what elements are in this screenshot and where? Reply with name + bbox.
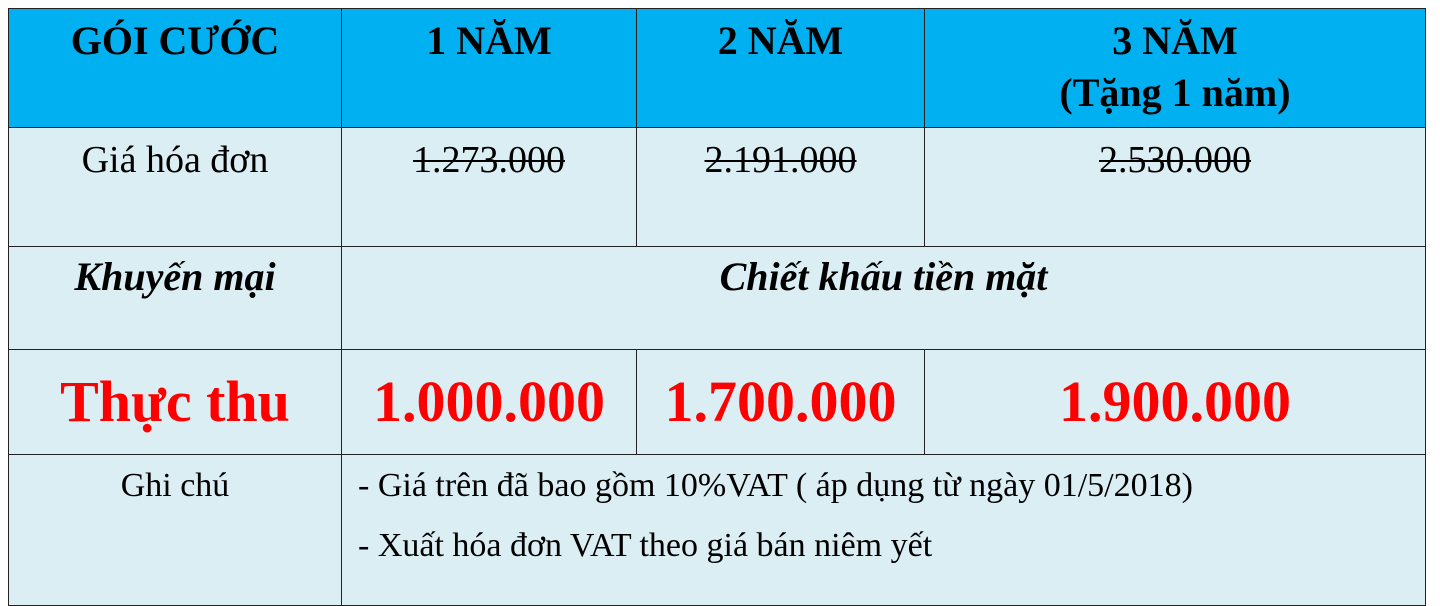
invoice-price-3-years-value: 2.530.000 xyxy=(1099,139,1251,181)
header-plan-label: GÓI CƯỚC xyxy=(8,8,342,128)
notes-row: Ghi chú - Giá trên đã bao gồm 10%VAT ( á… xyxy=(8,454,1426,606)
header-plan-2-years: 2 NĂM xyxy=(636,8,925,128)
net-price-3-years: 1.900.000 xyxy=(924,349,1426,455)
header-plan-3-years: 3 NĂM (Tặng 1 năm) xyxy=(924,8,1426,128)
header-row: GÓI CƯỚC 1 NĂM 2 NĂM 3 NĂM (Tặng 1 năm) xyxy=(8,8,1426,128)
header-plan-3-years-bonus: (Tặng 1 năm) xyxy=(1059,70,1291,115)
promotion-label: Khuyến mại xyxy=(8,246,342,350)
invoice-price-1-year: 1.273.000 xyxy=(341,127,637,247)
note-vat-invoice: - Xuất hóa đơn VAT theo giá bán niêm yết xyxy=(358,527,933,564)
net-price-2-years: 1.700.000 xyxy=(636,349,925,455)
invoice-price-row: Giá hóa đơn 1.273.000 2.191.000 2.530.00… xyxy=(8,127,1426,247)
net-price-1-year: 1.000.000 xyxy=(341,349,637,455)
net-price-label: Thực thu xyxy=(8,349,342,455)
notes-label: Ghi chú xyxy=(8,454,342,606)
invoice-price-3-years: 2.530.000 xyxy=(924,127,1426,247)
promotion-row: Khuyến mại Chiết khấu tiền mặt xyxy=(8,246,1426,350)
invoice-price-1-year-value: 1.273.000 xyxy=(413,139,565,181)
promotion-value: Chiết khấu tiền mặt xyxy=(341,246,1426,350)
notes-list: - Giá trên đã bao gồm 10%VAT ( áp dụng t… xyxy=(341,454,1426,606)
invoice-price-2-years: 2.191.000 xyxy=(636,127,925,247)
note-vat-included: - Giá trên đã bao gồm 10%VAT ( áp dụng t… xyxy=(358,467,1193,504)
invoice-price-2-years-value: 2.191.000 xyxy=(704,139,857,181)
header-plan-1-year: 1 NĂM xyxy=(341,8,637,128)
header-plan-3-years-title: 3 NĂM xyxy=(1112,18,1238,63)
invoice-price-label: Giá hóa đơn xyxy=(8,127,342,247)
price-table: GÓI CƯỚC 1 NĂM 2 NĂM 3 NĂM (Tặng 1 năm) … xyxy=(8,8,1426,606)
net-price-row: Thực thu 1.000.000 1.700.000 1.900.000 xyxy=(8,349,1426,455)
